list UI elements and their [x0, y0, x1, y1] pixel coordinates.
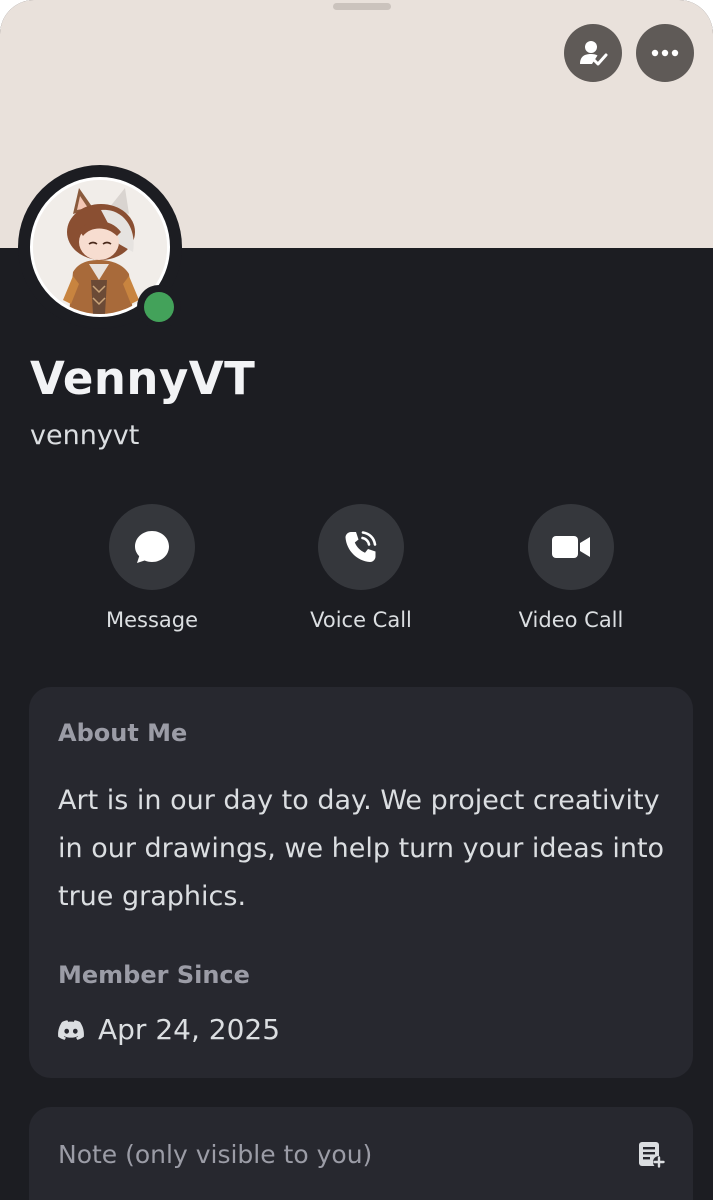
friend-status-button[interactable] [564, 24, 622, 82]
online-status-indicator [144, 292, 174, 322]
drag-handle[interactable] [333, 3, 391, 10]
voice-call-circle[interactable] [318, 504, 404, 590]
voice-call-label: Voice Call [310, 608, 412, 632]
member-since-row: Apr 24, 2025 [58, 1013, 280, 1046]
more-options-icon [651, 49, 679, 57]
profile-sheet: VennyVT vennyvt Message Voice Call Video… [0, 0, 713, 1200]
phone-call-icon [345, 531, 377, 562]
voice-call-button[interactable]: Voice Call [261, 504, 461, 644]
discord-logo-icon [58, 1019, 84, 1040]
display-name: VennyVT [30, 352, 256, 405]
note-label: Note (only visible to you) [58, 1140, 373, 1169]
note-card[interactable]: Note (only visible to you) [29, 1107, 693, 1200]
about-me-title: About Me [58, 719, 188, 747]
add-note-icon[interactable] [636, 1139, 666, 1169]
member-since-date: Apr 24, 2025 [98, 1013, 281, 1046]
video-camera-icon [552, 536, 590, 558]
message-circle[interactable] [109, 504, 195, 590]
video-call-label: Video Call [518, 608, 624, 632]
video-call-button[interactable]: Video Call [471, 504, 671, 644]
about-me-text: Art is in our day to day. We project cre… [58, 785, 665, 912]
username: vennyvt [30, 420, 140, 451]
video-call-circle[interactable] [528, 504, 614, 590]
more-options-button[interactable] [636, 24, 694, 82]
message-bubble-icon [135, 531, 169, 563]
message-button[interactable]: Message [52, 504, 252, 644]
message-label: Message [105, 608, 199, 632]
friend-check-icon [580, 41, 608, 66]
member-since-title: Member Since [58, 961, 250, 989]
about-me-card: About Me Art is in our day to day. We pr… [29, 687, 693, 1078]
